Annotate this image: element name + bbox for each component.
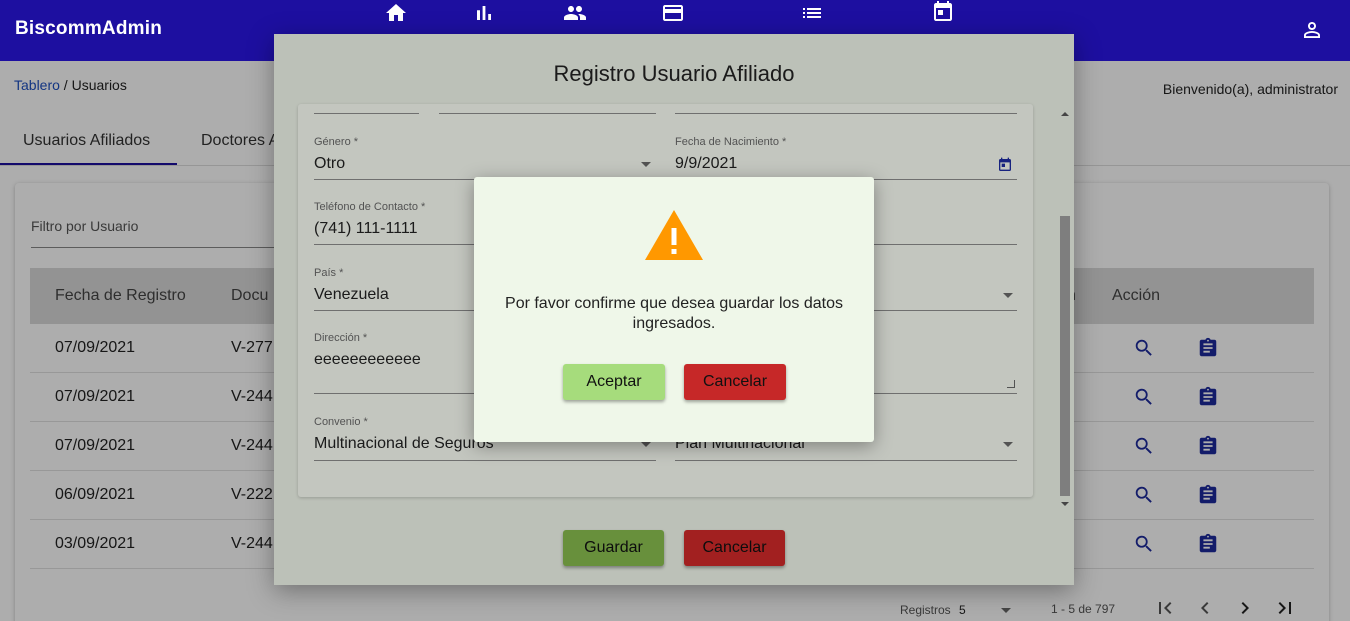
confirm-dialog: Por favor confirme que desea guardar los…	[474, 177, 874, 442]
confirm-message: Por favor confirme que desea guardar los…	[505, 295, 843, 332]
accept-button[interactable]: Aceptar	[563, 364, 665, 400]
dialog-cancel-button[interactable]: Cancelar	[684, 364, 786, 400]
warning-icon	[644, 209, 704, 261]
